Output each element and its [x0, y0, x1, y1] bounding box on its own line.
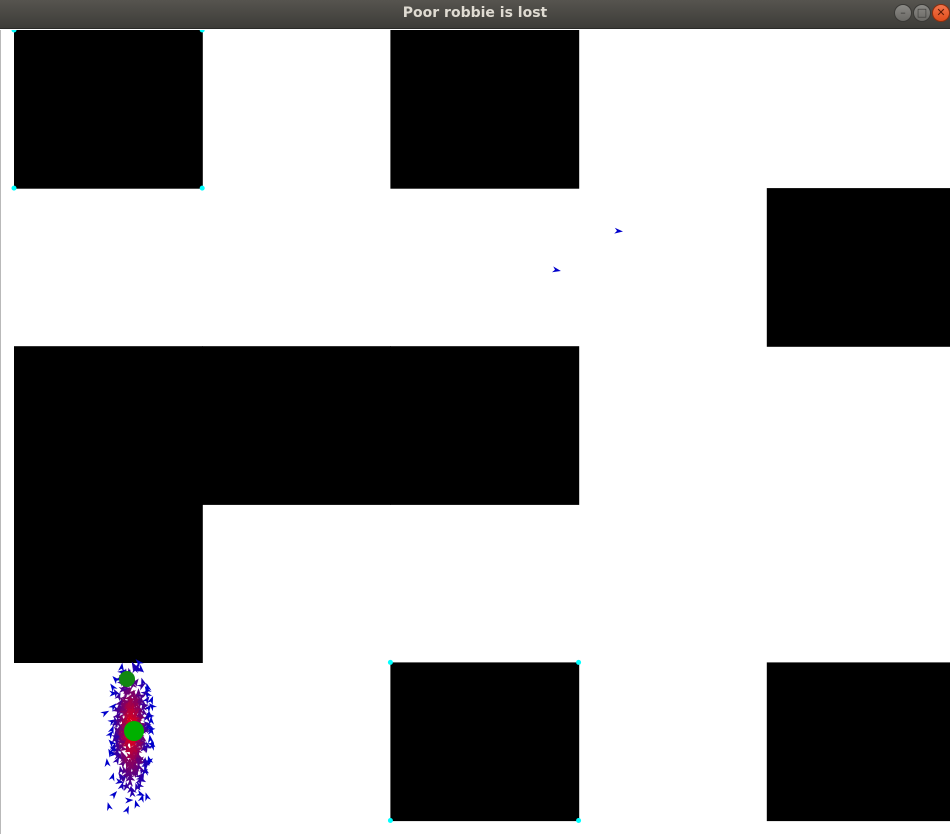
wall-block [390, 346, 580, 505]
wall-block [390, 30, 580, 189]
particle-arrow [614, 227, 623, 234]
particle-arrow [145, 792, 151, 802]
wall-block [14, 346, 203, 505]
close-button[interactable]: ✕ [932, 4, 950, 22]
corner-marker [576, 818, 582, 823]
particle-arrow [110, 683, 118, 693]
particle-arrow [109, 791, 118, 800]
corner-marker [387, 818, 393, 823]
particle-arrow [147, 734, 154, 744]
robot-marker [124, 721, 144, 741]
maze-map [11, 30, 950, 823]
maximize-button[interactable]: □ [913, 4, 931, 22]
particle-arrow [122, 805, 129, 815]
particle-arrow [124, 797, 134, 804]
window-titlebar[interactable]: Poor robbie is lost – □ ✕ [0, 0, 950, 29]
particle-arrow [552, 266, 561, 273]
wall-block [766, 662, 950, 822]
corner-marker [11, 185, 17, 191]
particle-arrow [105, 730, 114, 740]
particle-arrow [118, 662, 125, 672]
minimize-button[interactable]: – [894, 4, 912, 22]
robot-estimate-marker [119, 671, 135, 687]
wall-block [390, 662, 580, 822]
wall-block [14, 30, 203, 189]
corner-marker [576, 659, 582, 665]
corner-marker [199, 185, 205, 191]
particle-arrow [134, 799, 141, 809]
wall-block [14, 504, 203, 663]
corner-marker [387, 659, 393, 665]
wall-block [202, 346, 391, 505]
particle-arrow [108, 772, 115, 782]
particle-arrow [107, 802, 113, 812]
particle-arrow [104, 758, 111, 767]
particle-arrow [135, 789, 145, 796]
minimize-icon: – [900, 6, 906, 19]
window-title: Poor robbie is lost [402, 5, 548, 21]
close-icon: ✕ [936, 6, 946, 19]
particle-arrow [100, 710, 110, 718]
wall-block [766, 188, 950, 347]
world-canvas [0, 30, 950, 834]
maximize-icon: □ [916, 6, 928, 19]
